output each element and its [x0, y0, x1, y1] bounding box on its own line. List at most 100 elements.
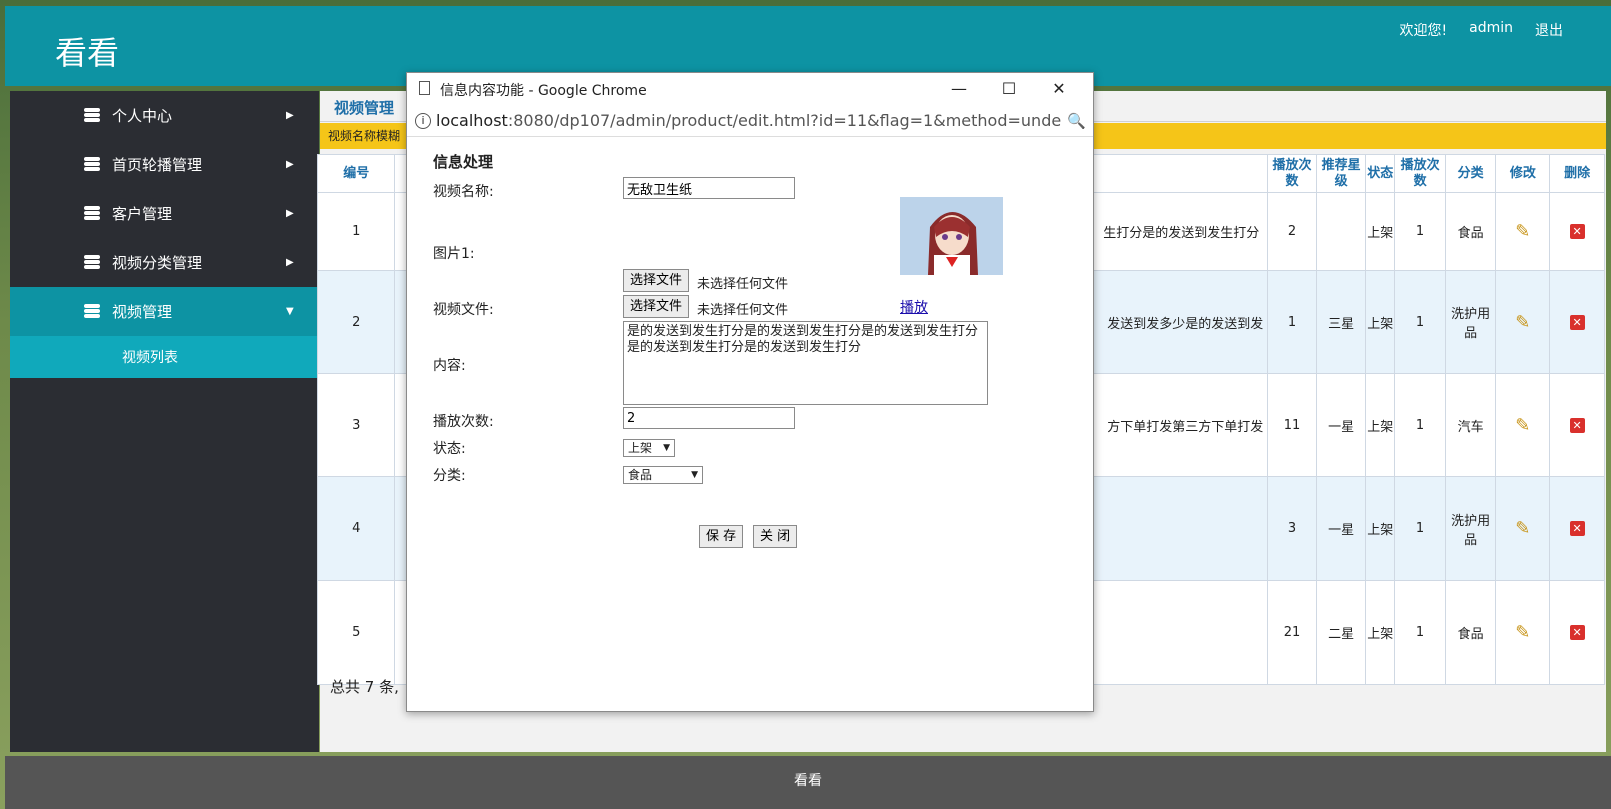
url-path: :8080/dp107/admin/product/edit.html?id=1… [507, 111, 1061, 130]
delete-icon[interactable]: ✕ [1569, 224, 1585, 239]
sidebar-item-personal-center[interactable]: 个人中心 ▶ [10, 91, 319, 140]
sidebar-item-label: 视频分类管理 [112, 254, 203, 272]
sidebar-item-carousel[interactable]: 首页轮播管理 ▶ [10, 140, 319, 189]
cell-plays: 11 [1267, 373, 1317, 477]
username-link[interactable]: admin [1469, 20, 1513, 40]
stack-icon [84, 304, 100, 318]
delete-cell: ✕ [1549, 270, 1605, 374]
cell-category: 洗护用品 [1444, 270, 1497, 374]
sidebar-item-video-categories[interactable]: 视频分类管理 ▶ [10, 238, 319, 287]
pencil-icon[interactable]: ✎ [1515, 622, 1530, 643]
cell-plays2: 1 [1394, 270, 1446, 374]
cell-status: 上架 [1365, 270, 1396, 374]
category-select[interactable]: 食品 ▼ [623, 466, 703, 484]
document-icon [419, 81, 430, 95]
pencil-icon[interactable]: ✎ [1515, 518, 1530, 539]
address-bar[interactable]: i localhost:8080/dp107/admin/product/edi… [407, 105, 1093, 137]
edit-cell: ✎ [1495, 192, 1551, 271]
col-header-status: 状态 [1365, 154, 1396, 193]
cell-plays2: 1 [1394, 580, 1446, 685]
url-text: localhost:8080/dp107/admin/product/edit.… [436, 111, 1061, 130]
stack-icon [84, 206, 100, 220]
dropdown-arrow-icon: ▼ [663, 443, 670, 453]
search-label: 视频名称模糊 [328, 129, 401, 143]
anime-girl-image [900, 197, 1003, 275]
cell-id: 3 [316, 373, 396, 477]
choose-video-button[interactable]: 选择文件 [623, 295, 690, 318]
cell-status: 上架 [1365, 476, 1396, 581]
edit-cell: ✎ [1495, 373, 1551, 477]
col-header-category: 分类 [1444, 154, 1497, 193]
sidebar-subitem-video-list[interactable]: 视频列表 [10, 336, 319, 378]
cell-rating: 一星 [1315, 476, 1367, 581]
cell-plays: 1 [1267, 270, 1317, 374]
edit-popup-window: 信息内容功能 - Google Chrome — ☐ ✕ i localhost… [406, 72, 1094, 712]
cell-plays2: 1 [1394, 373, 1446, 477]
video-no-file-text: 未选择任何文件 [697, 303, 789, 318]
minimize-icon[interactable]: — [947, 77, 971, 101]
pencil-icon[interactable]: ✎ [1515, 221, 1530, 242]
delete-icon[interactable]: ✕ [1569, 417, 1585, 433]
edit-cell: ✎ [1495, 270, 1551, 374]
cell-rating [1315, 192, 1367, 271]
page-footer: 看看 [5, 756, 1611, 809]
chevron-right-icon: ▶ [286, 257, 294, 268]
cell-category: 食品 [1444, 580, 1497, 685]
pencil-icon[interactable]: ✎ [1515, 415, 1530, 436]
save-button[interactable]: 保 存 [699, 525, 744, 548]
zoom-icon[interactable]: 🔍 [1067, 112, 1086, 130]
cell-category: 汽车 [1444, 373, 1497, 477]
cell-rating: 二星 [1315, 580, 1367, 685]
stack-icon [84, 255, 100, 269]
cell-plays: 2 [1267, 192, 1317, 271]
stack-icon [84, 108, 100, 122]
delete-cell: ✕ [1549, 476, 1605, 581]
sidebar-item-customers[interactable]: 客户管理 ▶ [10, 189, 319, 238]
sidebar: 个人中心 ▶ 首页轮播管理 ▶ 客户管理 ▶ 视频分类管理 ▶ 视频管理 ▼ 视… [10, 91, 319, 752]
sidebar-item-label: 客户管理 [112, 205, 173, 223]
cell-category: 洗护用品 [1444, 476, 1497, 581]
sidebar-item-label: 个人中心 [112, 107, 173, 125]
image-no-file-text: 未选择任何文件 [697, 277, 789, 292]
col-header-plays2: 播放次数 [1394, 154, 1446, 193]
cell-status: 上架 [1365, 192, 1396, 271]
delete-icon[interactable]: ✕ [1569, 521, 1585, 536]
col-header-delete: 删除 [1549, 154, 1605, 193]
chevron-right-icon: ▶ [286, 208, 294, 219]
delete-icon[interactable]: ✕ [1569, 625, 1585, 640]
welcome-text: 欢迎您! [1399, 23, 1448, 39]
content-textarea[interactable]: 是的发送到发生打分是的发送到发生打分是的发送到发生打分是的发送到发生打分是的发送… [623, 321, 988, 405]
pencil-icon[interactable]: ✎ [1515, 312, 1530, 333]
choose-image-button[interactable]: 选择文件 [623, 269, 690, 292]
col-header-edit: 修改 [1495, 154, 1551, 193]
chevron-right-icon: ▶ [286, 110, 294, 121]
sidebar-item-video-management[interactable]: 视频管理 ▼ [10, 287, 319, 336]
col-header-id: 编号 [316, 154, 396, 193]
image-thumbnail [900, 197, 1003, 275]
logout-link[interactable]: 退出 [1535, 20, 1563, 40]
play-link[interactable]: 播放 [900, 297, 928, 317]
dropdown-arrow-icon: ▼ [691, 470, 698, 480]
status-select[interactable]: 上架 ▼ [623, 439, 675, 457]
delete-cell: ✕ [1549, 192, 1605, 271]
close-icon[interactable]: ✕ [1047, 77, 1071, 101]
breadcrumb: 视频管理 [334, 99, 395, 117]
content-label: 内容: [433, 358, 466, 374]
maximize-icon[interactable]: ☐ [997, 77, 1021, 101]
edit-form: 信息处理 视频名称: 图片1: 选择文件 未选择任何文件 视频文件: 选择文件 … [407, 137, 1093, 711]
info-icon[interactable]: i [415, 113, 431, 129]
popup-title: 信息内容功能 - Google Chrome [440, 83, 647, 99]
close-button[interactable]: 关 闭 [753, 525, 798, 548]
name-label: 视频名称: [433, 184, 494, 200]
app-logo: 看看 [55, 34, 120, 72]
name-input[interactable] [623, 177, 795, 199]
cell-id: 5 [316, 580, 396, 685]
delete-cell: ✕ [1549, 580, 1605, 685]
cell-rating: 一星 [1315, 373, 1367, 477]
category-label: 分类: [433, 468, 466, 484]
total-count: 总共 7 条, [330, 678, 399, 696]
cell-plays: 21 [1267, 580, 1317, 685]
category-value: 食品 [628, 468, 653, 482]
delete-icon[interactable]: ✕ [1569, 314, 1585, 330]
plays-input[interactable] [623, 407, 795, 429]
